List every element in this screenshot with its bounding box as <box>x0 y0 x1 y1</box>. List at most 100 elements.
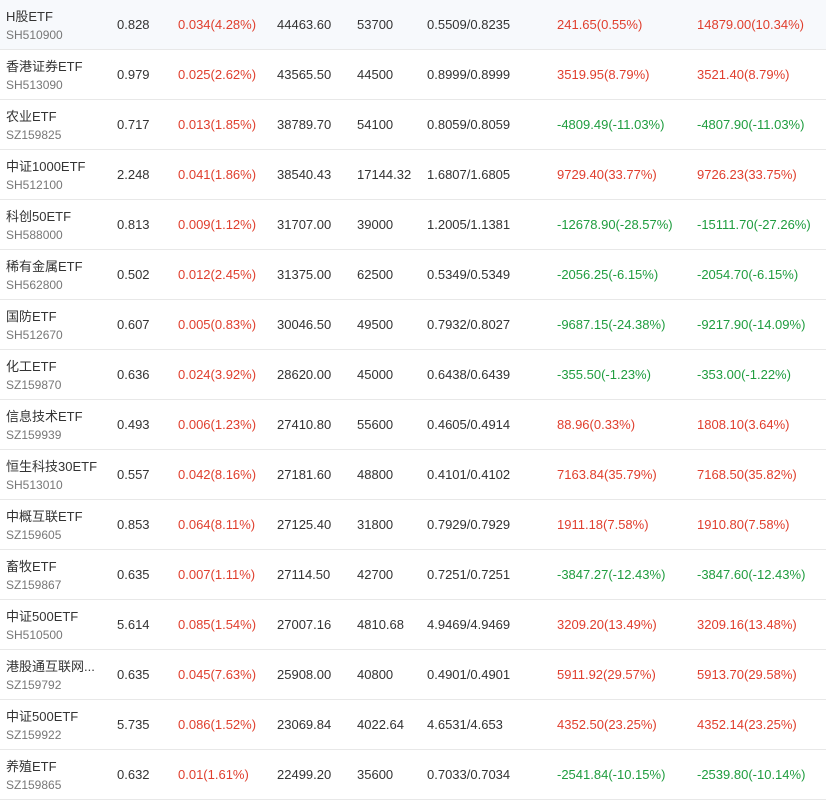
fund-code: SH588000 <box>6 228 63 242</box>
fund-name-link[interactable]: 中概互联ETF <box>6 506 106 525</box>
volume-cell: 35600 <box>357 767 394 782</box>
flow-cell-1: 1911.18(7.58%) <box>557 517 649 532</box>
fund-name-link[interactable]: 农业ETF <box>6 106 106 125</box>
price-cell: 0.502 <box>117 267 150 282</box>
fund-name-cell: 信息技术ETF SZ159939 <box>6 400 106 449</box>
table-row[interactable]: 国防ETF SH512670 0.607 0.005(0.83%) 30046.… <box>0 300 826 350</box>
flow-cell-1: 7163.84(35.79%) <box>557 467 657 482</box>
range-cell: 0.7932/0.8027 <box>427 317 511 332</box>
price-cell: 2.248 <box>117 167 150 182</box>
volume-cell: 4810.68 <box>357 617 404 632</box>
table-row[interactable]: 科创50ETF SH588000 0.813 0.009(1.12%) 3170… <box>0 200 826 250</box>
amount-cell: 27007.16 <box>277 617 332 632</box>
range-cell: 0.4901/0.4901 <box>427 667 511 682</box>
fund-code: SH513090 <box>6 78 63 92</box>
fund-name-link[interactable]: 中证500ETF <box>6 606 106 625</box>
fund-code: SH512670 <box>6 328 63 342</box>
fund-name-cell: 中概互联ETF SZ159605 <box>6 500 106 549</box>
range-cell: 0.5509/0.8235 <box>427 17 511 32</box>
amount-cell: 27181.60 <box>277 467 332 482</box>
fund-name-link[interactable]: 科创50ETF <box>6 206 106 225</box>
fund-name-link[interactable]: 信息技术ETF <box>6 406 106 425</box>
table-row[interactable]: 稀有金属ETF SH562800 0.502 0.012(2.45%) 3137… <box>0 250 826 300</box>
flow-cell-2: -15111.70(-27.26%) <box>697 217 811 232</box>
change-cell: 0.024(3.92%) <box>178 367 257 382</box>
fund-code: SH513010 <box>6 478 63 492</box>
amount-cell: 30046.50 <box>277 317 332 332</box>
fund-name-cell: 稀有金属ETF SH562800 <box>6 250 106 299</box>
fund-code: SH562800 <box>6 278 63 292</box>
change-cell: 0.041(1.86%) <box>178 167 257 182</box>
price-cell: 0.717 <box>117 117 150 132</box>
change-cell: 0.064(8.11%) <box>178 517 256 532</box>
range-cell: 0.5349/0.5349 <box>427 267 511 282</box>
table-row[interactable]: 中概互联ETF SZ159605 0.853 0.064(8.11%) 2712… <box>0 500 826 550</box>
fund-name-link[interactable]: H股ETF <box>6 6 106 25</box>
change-cell: 0.045(7.63%) <box>178 667 257 682</box>
change-cell: 0.006(1.23%) <box>178 417 257 432</box>
price-cell: 0.828 <box>117 17 150 32</box>
fund-name-link[interactable]: 香港证券ETF <box>6 56 106 75</box>
amount-cell: 25908.00 <box>277 667 332 682</box>
change-cell: 0.086(1.52%) <box>178 717 257 732</box>
table-row[interactable]: 信息技术ETF SZ159939 0.493 0.006(1.23%) 2741… <box>0 400 826 450</box>
flow-cell-2: -3847.60(-12.43%) <box>697 567 806 582</box>
price-cell: 0.632 <box>117 767 150 782</box>
volume-cell: 55600 <box>357 417 394 432</box>
table-row[interactable]: 化工ETF SZ159870 0.636 0.024(3.92%) 28620.… <box>0 350 826 400</box>
price-cell: 0.635 <box>117 667 150 682</box>
amount-cell: 38789.70 <box>277 117 332 132</box>
table-row[interactable]: 港股通互联网... SZ159792 0.635 0.045(7.63%) 25… <box>0 650 826 700</box>
table-row[interactable]: 农业ETF SZ159825 0.717 0.013(1.85%) 38789.… <box>0 100 826 150</box>
amount-cell: 43565.50 <box>277 67 332 82</box>
flow-cell-2: 5913.70(29.58%) <box>697 667 797 682</box>
flow-cell-2: 7168.50(35.82%) <box>697 467 797 482</box>
fund-name-link[interactable]: 港股通互联网... <box>6 656 106 675</box>
table-row[interactable]: 中证500ETF SZ159922 5.735 0.086(1.52%) 230… <box>0 700 826 750</box>
flow-cell-2: 4352.14(23.25%) <box>697 717 797 732</box>
price-cell: 0.557 <box>117 467 150 482</box>
fund-name-link[interactable]: 中证1000ETF <box>6 156 106 175</box>
range-cell: 0.7251/0.7251 <box>427 567 511 582</box>
table-row[interactable]: 养殖ETF SZ159865 0.632 0.01(1.61%) 22499.2… <box>0 750 826 800</box>
fund-name-link[interactable]: 稀有金属ETF <box>6 256 106 275</box>
flow-cell-1: 9729.40(33.77%) <box>557 167 657 182</box>
amount-cell: 22499.20 <box>277 767 332 782</box>
table-row[interactable]: H股ETF SH510900 0.828 0.034(4.28%) 44463.… <box>0 0 826 50</box>
change-cell: 0.034(4.28%) <box>178 17 257 32</box>
fund-name-cell: 中证500ETF SZ159922 <box>6 700 106 749</box>
volume-cell: 17144.32 <box>357 167 412 182</box>
fund-name-link[interactable]: 恒生科技30ETF <box>6 456 106 475</box>
amount-cell: 28620.00 <box>277 367 332 382</box>
volume-cell: 45000 <box>357 367 394 382</box>
amount-cell: 27410.80 <box>277 417 332 432</box>
table-row[interactable]: 香港证券ETF SH513090 0.979 0.025(2.62%) 4356… <box>0 50 826 100</box>
change-cell: 0.009(1.12%) <box>178 217 257 232</box>
fund-name-link[interactable]: 畜牧ETF <box>6 556 106 575</box>
fund-name-link[interactable]: 养殖ETF <box>6 756 106 775</box>
table-row[interactable]: 畜牧ETF SZ159867 0.635 0.007(1.11%) 27114.… <box>0 550 826 600</box>
flow-cell-2: 14879.00(10.34%) <box>697 17 804 32</box>
flow-cell-2: -2539.80(-10.14%) <box>697 767 806 782</box>
fund-name-link[interactable]: 国防ETF <box>6 306 106 325</box>
fund-name-link[interactable]: 中证500ETF <box>6 706 106 725</box>
change-cell: 0.012(2.45%) <box>178 267 257 282</box>
fund-code: SH512100 <box>6 178 63 192</box>
flow-cell-2: 1808.10(3.64%) <box>697 417 790 432</box>
fund-code: SZ159792 <box>6 678 62 692</box>
fund-code: SZ159939 <box>6 428 62 442</box>
flow-cell-1: -2541.84(-10.15%) <box>557 767 666 782</box>
fund-code: SZ159870 <box>6 378 62 392</box>
table-row[interactable]: 中证1000ETF SH512100 2.248 0.041(1.86%) 38… <box>0 150 826 200</box>
fund-code: SZ159922 <box>6 728 62 742</box>
flow-cell-1: 241.65(0.55%) <box>557 17 643 32</box>
table-row[interactable]: 恒生科技30ETF SH513010 0.557 0.042(8.16%) 27… <box>0 450 826 500</box>
amount-cell: 44463.60 <box>277 17 332 32</box>
flow-cell-1: -2056.25(-6.15%) <box>557 267 659 282</box>
table-row[interactable]: 中证500ETF SH510500 5.614 0.085(1.54%) 270… <box>0 600 826 650</box>
fund-name-link[interactable]: 化工ETF <box>6 356 106 375</box>
amount-cell: 27125.40 <box>277 517 332 532</box>
volume-cell: 39000 <box>357 217 394 232</box>
amount-cell: 31375.00 <box>277 267 332 282</box>
flow-cell-2: -4807.90(-11.03%) <box>697 117 805 132</box>
